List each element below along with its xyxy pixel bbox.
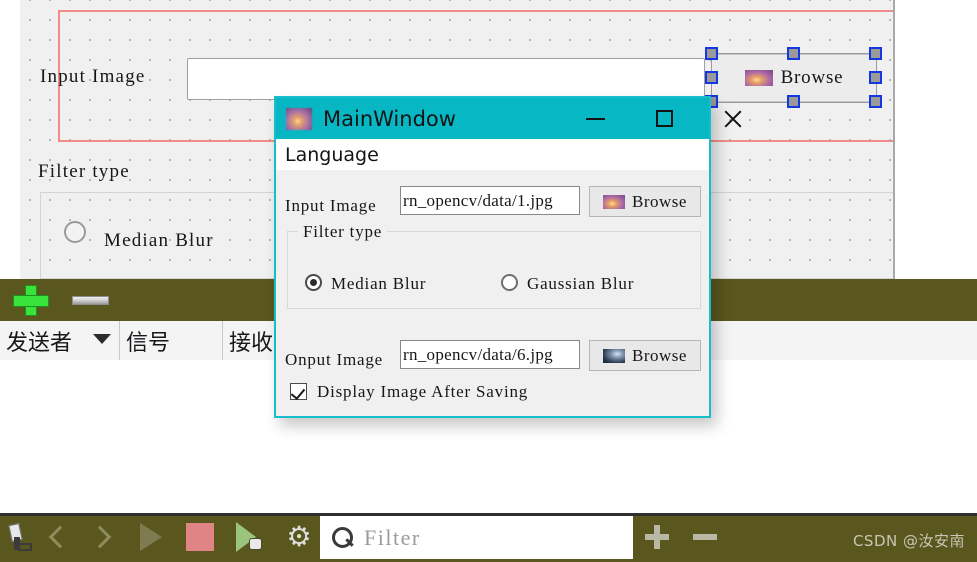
minimize-icon (585, 117, 605, 120)
canvas-input-image-label: Input Image (40, 66, 146, 87)
chevron-down-icon[interactable] (93, 334, 111, 344)
dialog-body: Input Image rn_opencv/data/1.jpg Browse … (276, 170, 709, 416)
dialog-radio-gaussian-blur[interactable] (501, 274, 518, 291)
run-play-icon[interactable] (140, 523, 162, 551)
dialog-output-browse-label: Browse (632, 345, 687, 365)
resize-handle-bottom-right[interactable] (869, 95, 882, 108)
canvas-input-image-field[interactable] (187, 58, 705, 100)
dialog-display-after-saving-checkbox[interactable] (290, 383, 307, 400)
image-thumbnail-cool-icon (603, 348, 626, 363)
resize-handle-top-center[interactable] (787, 47, 800, 60)
dialog-radio-gaussian-blur-label: Gaussian Blur (527, 274, 635, 293)
dialog-radio-median-blur[interactable] (305, 274, 322, 291)
dialog-filter-type-group (287, 231, 701, 309)
dialog-input-image-label: Input Image (285, 196, 377, 215)
resize-handle-bottom-center[interactable] (787, 95, 800, 108)
resize-handle-middle-right[interactable] (869, 71, 882, 84)
stop-square-icon[interactable] (186, 523, 214, 551)
resize-handle-top-right[interactable] (869, 47, 882, 60)
column-header-signal-label: 信号 (126, 330, 171, 356)
canvas-radio-median-blur[interactable] (64, 221, 86, 243)
column-header-sender-label: 发送者 (6, 330, 73, 356)
menu-item-language[interactable]: Language (276, 144, 388, 166)
dialog-output-image-value: rn_opencv/data/6.jpg (403, 344, 553, 364)
resize-handle-top-left[interactable] (705, 47, 718, 60)
dialog-output-browse-button[interactable]: Browse (589, 340, 701, 371)
dialog-output-image-label: Onput Image (285, 350, 384, 369)
image-thumbnail-warm-icon (286, 107, 312, 130)
resize-handle-middle-left[interactable] (705, 71, 718, 84)
dialog-input-image-value: rn_opencv/data/1.jpg (403, 190, 553, 210)
filter-search-box[interactable]: Filter (320, 516, 633, 559)
build-hammer-icon[interactable] (6, 523, 34, 552)
minimize-button[interactable] (572, 98, 618, 139)
dialog-filter-type-title: Filter type (298, 222, 388, 242)
dialog-display-after-saving-label: Display Image After Saving (317, 382, 529, 401)
canvas-radio-median-blur-label: Median Blur (104, 230, 214, 251)
remove-connection-button[interactable] (72, 296, 109, 305)
dialog-input-image-field[interactable]: rn_opencv/data/1.jpg (400, 186, 580, 215)
dialog-radio-median-blur-label: Median Blur (331, 274, 427, 293)
dialog-title: MainWindow (323, 106, 456, 131)
screenshot-root: Input Image Browse Filter type Median Bl… (0, 0, 977, 562)
dialog-input-browse-label: Browse (632, 191, 687, 211)
search-icon (332, 526, 354, 549)
filter-search-input[interactable]: Filter (364, 525, 421, 551)
toolbar-remove-button[interactable] (693, 534, 717, 540)
gear-icon[interactable]: ⚙ (285, 523, 313, 551)
toolbar-add-button[interactable] (645, 525, 669, 549)
column-header-signal[interactable]: 信号 (120, 321, 223, 360)
csdn-watermark: CSDN @汝安南 (852, 532, 965, 550)
add-connection-button[interactable] (14, 286, 48, 315)
dialog-input-browse-button[interactable]: Browse (589, 186, 701, 217)
dialog-menubar: Language (276, 139, 709, 170)
canvas-right-margin (895, 0, 977, 279)
dialog-output-image-field[interactable]: rn_opencv/data/6.jpg (400, 340, 580, 369)
debug-play-icon[interactable] (236, 522, 266, 552)
maximize-icon (655, 110, 673, 127)
maximize-button[interactable] (641, 98, 687, 139)
canvas-left-margin (0, 0, 20, 279)
mainwindow-dialog[interactable]: MainWindow Language Input Image rn_openc… (274, 96, 711, 418)
close-icon (722, 108, 744, 130)
bottom-tab-region: Action Editor Signals _Slots Ed⋯ (0, 453, 977, 515)
column-header-receiver-label: 接收 (229, 330, 274, 356)
canvas-filter-type-label: Filter type (38, 161, 130, 182)
image-thumbnail-warm-icon (603, 194, 626, 209)
close-button[interactable] (710, 98, 756, 139)
